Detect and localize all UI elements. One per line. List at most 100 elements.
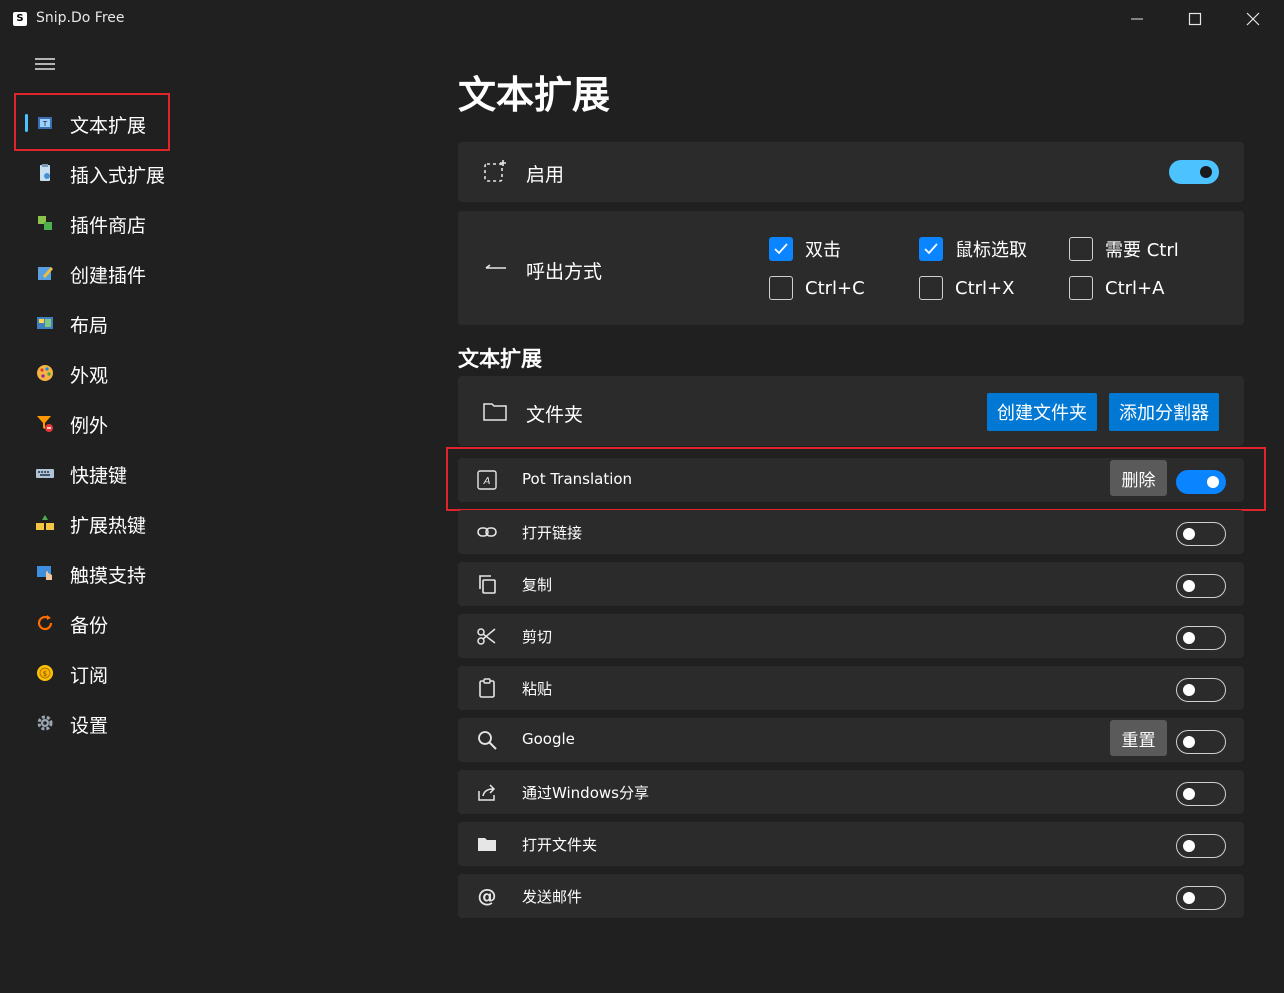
- checkbox-ctrl-a[interactable]: Ctrl+A: [1069, 276, 1164, 300]
- palette-icon: [37, 365, 53, 381]
- checkbox-box[interactable]: [1069, 237, 1093, 261]
- scissors-icon: [476, 625, 498, 647]
- folder-label: 文件夹: [526, 404, 584, 426]
- checkbox-double-click[interactable]: 双击: [769, 236, 841, 262]
- layout-icon: [37, 317, 53, 329]
- checkbox-label: Ctrl+X: [955, 277, 1015, 299]
- sidebar-item-extension-hotkey[interactable]: 扩展热键: [20, 501, 400, 545]
- sidebar-item-touch[interactable]: 触摸支持: [20, 551, 400, 595]
- sidebar-item-exception[interactable]: 例外: [20, 401, 400, 445]
- create-folder-button[interactable]: 创建文件夹: [987, 393, 1097, 431]
- checkbox-ctrl-x[interactable]: Ctrl+X: [919, 276, 1014, 300]
- page-title: 文本扩展: [458, 73, 611, 117]
- checkmark-icon: [774, 243, 788, 255]
- insert-extension-icon: [40, 164, 50, 181]
- extension-toggle[interactable]: [1176, 470, 1226, 494]
- backup-icon: [37, 615, 53, 631]
- delete-button[interactable]: 删除: [1110, 460, 1167, 496]
- sidebar-item-create-plugin[interactable]: 创建插件: [20, 251, 400, 295]
- sidebar-item-label: 创建插件: [70, 265, 147, 287]
- sidebar-item-label: 插入式扩展: [70, 165, 166, 187]
- title-bar: S Snip.Do Free: [0, 0, 1284, 38]
- extension-row-cut[interactable]: 剪切: [458, 614, 1244, 658]
- sidebar-item-shortcut[interactable]: 快捷键: [20, 451, 400, 495]
- maximize-button[interactable]: [1166, 0, 1224, 38]
- extension-toggle[interactable]: [1176, 522, 1226, 546]
- sidebar-item-layout[interactable]: 布局: [20, 301, 400, 345]
- subscription-icon: $: [37, 665, 53, 681]
- extension-label: 打开文件夹: [522, 836, 598, 854]
- sidebar-item-label: 外观: [70, 365, 109, 387]
- checkbox-label: 鼠标选取: [955, 240, 1027, 261]
- extension-label: 剪切: [522, 628, 553, 646]
- extension-row-pot-translation[interactable]: A Pot Translation 删除: [458, 458, 1244, 502]
- svg-text:@: @: [478, 885, 497, 907]
- hamburger-menu-button[interactable]: [29, 50, 61, 78]
- gear-icon: [37, 715, 53, 731]
- close-button[interactable]: [1224, 0, 1282, 38]
- sidebar-item-appearance[interactable]: 外观: [20, 351, 400, 395]
- copy-icon: [476, 573, 498, 595]
- sidebar-item-subscription[interactable]: $ 订阅: [20, 651, 400, 695]
- svg-text:$: $: [43, 670, 47, 678]
- minimize-button[interactable]: [1108, 0, 1166, 38]
- extension-row-windows-share[interactable]: 通过Windows分享: [458, 770, 1244, 814]
- extension-row-open-link[interactable]: 打开链接: [458, 510, 1244, 554]
- extension-toggle[interactable]: [1176, 626, 1226, 650]
- sidebar-item-insert-extension[interactable]: 插入式扩展: [20, 151, 400, 195]
- add-separator-button[interactable]: 添加分割器: [1109, 393, 1219, 431]
- sidebar-item-label: 扩展热键: [70, 515, 147, 537]
- checkbox-ctrl-c[interactable]: Ctrl+C: [769, 276, 865, 300]
- extension-toggle[interactable]: [1176, 678, 1226, 702]
- folder-card: 文件夹 创建文件夹 添加分割器: [458, 376, 1244, 446]
- sidebar-item-backup[interactable]: 备份: [20, 601, 400, 645]
- keyboard-icon: [36, 469, 54, 478]
- trigger-method-label: 呼出方式: [526, 261, 603, 283]
- checkbox-box[interactable]: [919, 276, 943, 300]
- checkbox-label: 需要 Ctrl: [1105, 240, 1179, 261]
- selected-indicator: [25, 114, 28, 132]
- reset-button[interactable]: 重置: [1110, 720, 1167, 756]
- checkbox-label: Ctrl+A: [1105, 277, 1165, 299]
- extension-row-open-folder[interactable]: 打开文件夹: [458, 822, 1244, 866]
- checkbox-require-ctrl[interactable]: 需要 Ctrl: [1069, 236, 1179, 262]
- checkbox-box[interactable]: [919, 237, 943, 261]
- sidebar-item-label: 布局: [70, 315, 109, 337]
- extension-toggle[interactable]: [1176, 886, 1226, 910]
- filter-exception-icon: [37, 416, 53, 432]
- checkbox-label: 双击: [805, 240, 841, 261]
- enable-card: 启用: [458, 142, 1244, 202]
- extension-row-send-mail[interactable]: @ 发送邮件: [458, 874, 1244, 918]
- extension-toggle[interactable]: [1176, 730, 1226, 754]
- window-title: Snip.Do Free: [36, 10, 125, 26]
- enable-toggle[interactable]: [1169, 160, 1219, 184]
- sidebar-item-label: 例外: [70, 415, 109, 437]
- checkbox-box[interactable]: [769, 237, 793, 261]
- clipboard-icon: [476, 677, 498, 699]
- touch-icon: [37, 566, 52, 580]
- checkmark-icon: [924, 243, 938, 255]
- extension-label: 粘贴: [522, 680, 553, 698]
- sidebar-item-label: 设置: [70, 715, 109, 737]
- sidebar-item-label: 快捷键: [70, 465, 128, 487]
- svg-text:A: A: [483, 476, 491, 487]
- hamburger-icon: [35, 58, 55, 70]
- checkbox-label: Ctrl+C: [805, 277, 865, 299]
- sidebar-item-plugin-store[interactable]: 插件商店: [20, 201, 400, 245]
- checkbox-box[interactable]: [769, 276, 793, 300]
- extension-toggle[interactable]: [1176, 782, 1226, 806]
- sidebar-item-text-extension[interactable]: T 文本扩展: [20, 101, 400, 145]
- search-icon: [476, 729, 498, 751]
- checkbox-box[interactable]: [1069, 276, 1093, 300]
- trigger-arrow-icon: [482, 255, 508, 281]
- extension-toggle[interactable]: [1176, 574, 1226, 598]
- close-icon: [1246, 12, 1260, 26]
- checkbox-mouse-select[interactable]: 鼠标选取: [919, 236, 1027, 262]
- sidebar-item-label: 文本扩展: [70, 115, 147, 137]
- extension-row-google[interactable]: Google 重置: [458, 718, 1244, 762]
- sidebar-item-label: 订阅: [70, 665, 109, 687]
- extension-row-paste[interactable]: 粘贴: [458, 666, 1244, 710]
- extension-row-copy[interactable]: 复制: [458, 562, 1244, 606]
- sidebar-item-settings[interactable]: 设置: [20, 701, 400, 745]
- extension-toggle[interactable]: [1176, 834, 1226, 858]
